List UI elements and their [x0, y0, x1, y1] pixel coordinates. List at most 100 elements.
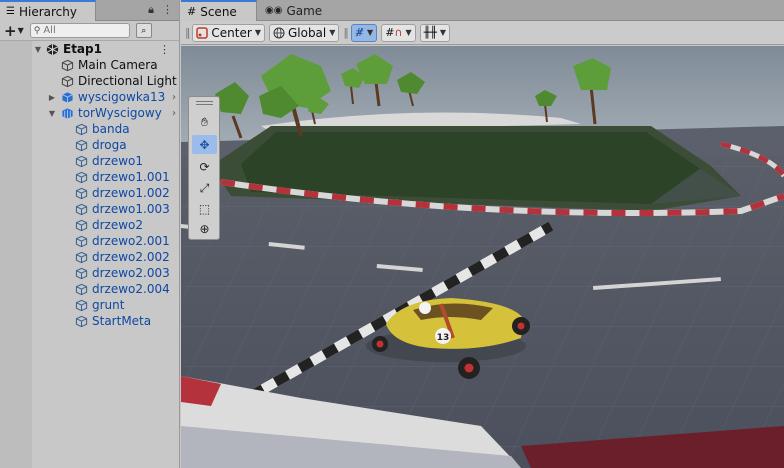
gameobject-cube-icon [75, 251, 88, 263]
scene-visibility-filter-button[interactable]: ⌕ [135, 23, 152, 38]
tree-item-drzewo2-001[interactable]: drzewo2.001 [0, 233, 180, 249]
scene-toolbar: || Center ▼ Global ▼ || #̸ ▼ #∩ ▼ ╫╫ ▼ [181, 21, 784, 45]
grid-snapping-toggle[interactable]: #̸ ▼ [350, 23, 378, 42]
pivot-mode-label: Center [211, 25, 252, 40]
rect-tool-icon: ⬚ [198, 201, 211, 216]
prefab-cube-icon [62, 91, 73, 103]
scene-tabbar: # Scene ◉◉ Game [181, 0, 784, 21]
search-icon: ⚲ [33, 25, 41, 36]
tree-item-label: drzewo2.002 [92, 250, 170, 264]
tree-item-torwyscigowy[interactable]: ▼ torWyscigowy › [0, 105, 180, 121]
move-tool-button[interactable]: ✥ [192, 135, 217, 154]
tree-item-label: Etap1 [63, 42, 102, 56]
tree-item-drzewo1-003[interactable]: drzewo1.003 [0, 201, 180, 217]
tree-item-drzewo2-002[interactable]: drzewo2.002 [0, 249, 180, 265]
collapse-arrow-icon[interactable]: ▶ [47, 93, 57, 102]
tree-item-drzewo1[interactable]: drzewo1 [0, 153, 180, 169]
chevron-down-icon: ▼ [329, 28, 336, 37]
gameobject-cube-icon [75, 171, 88, 183]
tree-item-label: drzewo1.002 [92, 186, 170, 200]
gameobject-cube-icon [61, 59, 74, 71]
ruler-grid-icon: ╫╫ [423, 26, 437, 39]
grid-snap-icon: #̸ [354, 26, 365, 39]
tab-hierarchy-label: Hierarchy [18, 4, 77, 19]
car-number: 13 [437, 333, 450, 343]
hierarchy-panel: ☰ Hierarchy 🔒︎ ⋮ + ▼ ⚲ All ⌕ ▼ Etap1 ⋮ M… [0, 0, 180, 468]
chevron-down-icon: ▼ [254, 28, 261, 37]
tree-item-label: drzewo1 [92, 154, 144, 168]
tree-item-grunt[interactable]: grunt [0, 297, 180, 313]
gameobject-cube-icon [75, 155, 88, 167]
search-filter-icon: ⌕ [141, 25, 147, 36]
tree-item-wyscigowka13[interactable]: ▶ wyscigowka13 › [0, 89, 180, 105]
snap-magnet-icon: #∩ [385, 26, 403, 39]
gameobject-cube-icon [61, 75, 74, 87]
tree-item-label: banda [92, 122, 130, 136]
tree-item-banda[interactable]: banda [0, 121, 180, 137]
gameobject-cube-icon [75, 267, 88, 279]
scene-render: 13 [181, 46, 784, 468]
tab-scene-label: Scene [200, 4, 237, 19]
toolbar-grip-icon: || [185, 26, 191, 39]
transform-tool-button[interactable]: ⊕ [192, 219, 217, 238]
tab-game[interactable]: ◉◉ Game [259, 0, 329, 21]
lock-icon[interactable]: 🔒︎ [148, 3, 154, 17]
tree-item-drzewo2-003[interactable]: drzewo2.003 [0, 265, 180, 281]
tree-item-label: torWyscigowy [78, 106, 162, 120]
chevron-down-icon: ▼ [17, 26, 24, 35]
scene-viewport[interactable]: 13 ✋︎ ✥ ⟳ ⤢ ⬚ ⊕ [181, 46, 784, 468]
scale-tool-button[interactable]: ⤢ [192, 179, 217, 198]
tree-item-startmeta[interactable]: StartMeta [0, 313, 180, 329]
chevron-down-icon: ▼ [367, 28, 374, 37]
rotate-tool-button[interactable]: ⟳ [192, 157, 217, 176]
tree-item-main-camera[interactable]: Main Camera [0, 57, 180, 73]
transform-tool-icon: ⊕ [199, 221, 210, 236]
tab-game-label: Game [286, 3, 323, 18]
gameobject-cube-icon [75, 283, 88, 295]
search-input[interactable]: ⚲ All [29, 23, 130, 38]
hierarchy-toolbar: + ▼ ⚲ All ⌕ [0, 21, 179, 41]
kebab-menu-icon[interactable]: ⋮ [159, 43, 170, 56]
tree-item-label: Main Camera [78, 58, 158, 72]
globe-icon [273, 27, 285, 38]
pivot-center-icon [196, 26, 209, 39]
tree-item-drzewo1-001[interactable]: drzewo1.001 [0, 169, 180, 185]
unity-scene-icon [46, 43, 59, 55]
hand-tool-button[interactable]: ✋︎ [192, 113, 217, 132]
tree-item-etap1[interactable]: ▼ Etap1 ⋮ [0, 41, 180, 57]
chevron-right-icon[interactable]: › [172, 108, 176, 119]
expand-arrow-icon[interactable]: ▼ [33, 45, 43, 54]
tree-item-label: drzewo1.001 [92, 170, 170, 184]
tree-item-directional-light[interactable]: Directional Light [0, 73, 180, 89]
pivot-rotation-dropdown[interactable]: Global ▼ [268, 23, 340, 42]
gameobject-cube-icon [75, 299, 88, 311]
chevron-down-icon: ▼ [439, 28, 447, 37]
create-button[interactable]: + ▼ [4, 22, 24, 40]
tree-item-droga[interactable]: droga [0, 137, 180, 153]
tree-item-label: drzewo2.004 [92, 282, 170, 296]
move-tool-icon: ✥ [199, 137, 210, 152]
kebab-menu-icon[interactable]: ⋮ [162, 3, 173, 17]
tab-scene[interactable]: # Scene [181, 0, 257, 21]
tree-item-label: drzewo2.001 [92, 234, 170, 248]
grid-settings-dropdown[interactable]: ╫╫ ▼ [419, 23, 451, 42]
tree-item-label: wyscigowka13 [78, 90, 166, 104]
tree-item-label: Directional Light [78, 74, 177, 88]
tree-item-drzewo1-002[interactable]: drzewo1.002 [0, 185, 180, 201]
expand-arrow-icon[interactable]: ▼ [47, 109, 57, 118]
gameobject-cube-icon [75, 139, 88, 151]
tree-item-label: StartMeta [92, 314, 152, 328]
gameobject-cube-icon [75, 219, 88, 231]
tree-item-label: droga [92, 138, 127, 152]
tree-item-drzewo2-004[interactable]: drzewo2.004 [0, 281, 180, 297]
chevron-right-icon[interactable]: › [172, 92, 176, 103]
rect-tool-button[interactable]: ⬚ [192, 199, 217, 218]
gameobject-cube-icon [75, 187, 88, 199]
pivot-mode-dropdown[interactable]: Center ▼ [192, 23, 265, 42]
incremental-snap-toggle[interactable]: #∩ ▼ [381, 23, 416, 42]
pivot-rotation-label: Global [287, 25, 327, 40]
tab-hierarchy[interactable]: ☰ Hierarchy [0, 0, 96, 21]
tree-item-drzewo2[interactable]: drzewo2 [0, 217, 180, 233]
overlay-grip-icon[interactable] [196, 101, 213, 105]
prefab-model-icon [62, 107, 73, 119]
